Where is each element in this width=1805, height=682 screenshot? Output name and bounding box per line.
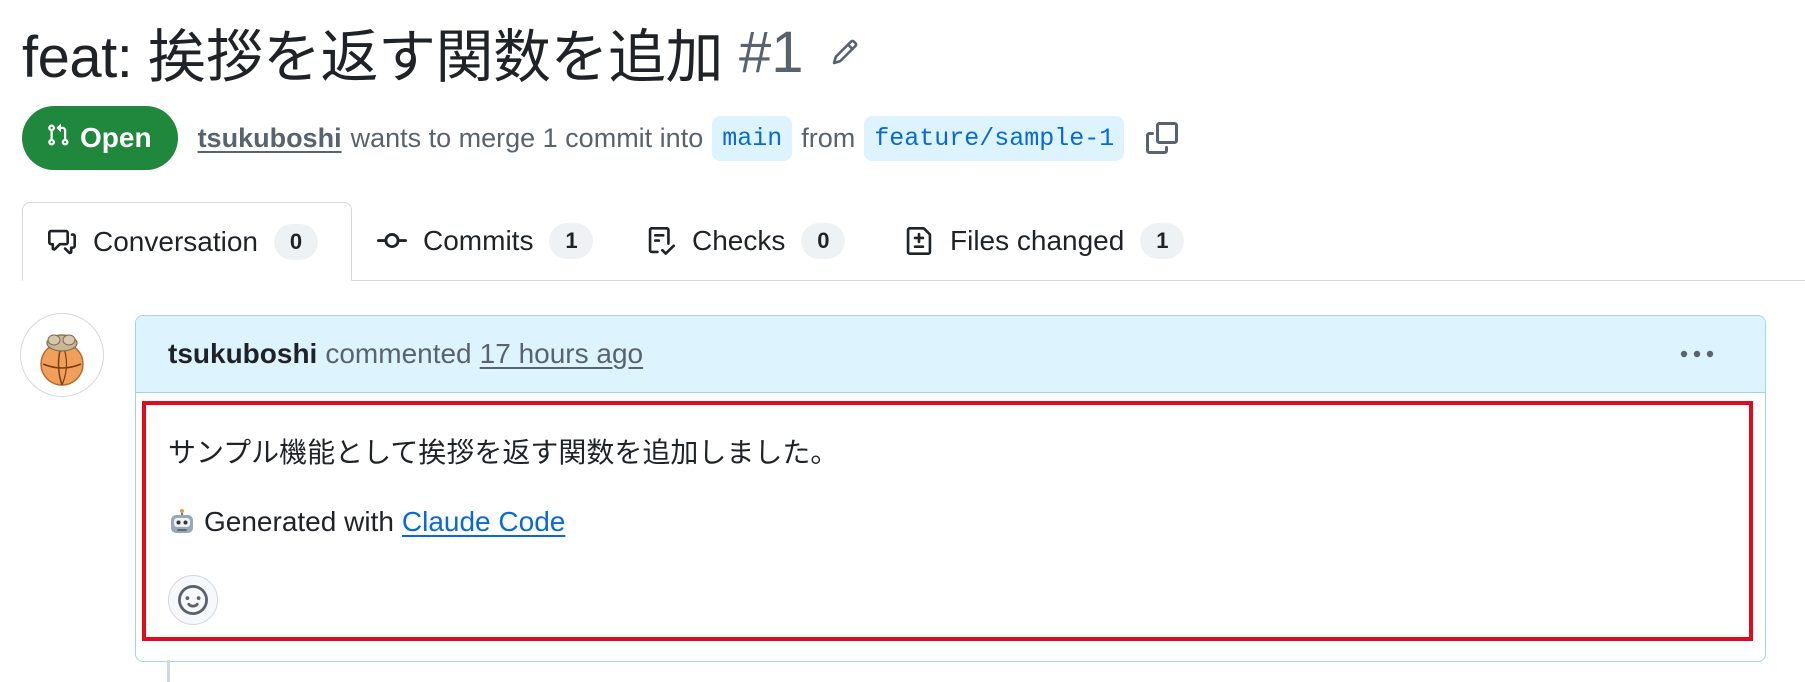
checklist-icon [646, 226, 676, 256]
pr-number: #1 [738, 19, 804, 85]
pr-state-badge: Open [22, 106, 178, 170]
comment-author[interactable]: tsukuboshi [168, 338, 317, 370]
smiley-icon[interactable] [168, 575, 218, 625]
tab-files-changed[interactable]: Files changed 1 [904, 202, 1185, 280]
tab-label: Files changed [950, 225, 1125, 256]
comment-body-text: サンプル機能として挨拶を返す関数を追加しました。 [168, 437, 839, 468]
comment-action: commented [325, 338, 472, 369]
pencil-icon[interactable] [830, 37, 860, 67]
comment-header: tsukuboshi commented 17 hours ago [136, 316, 1765, 393]
comment-body-highlight: サンプル機能として挨拶を返す関数を追加しました。 Generated with … [142, 401, 1753, 641]
generated-line: Generated with Claude Code [168, 506, 565, 538]
avatar[interactable] [20, 313, 104, 397]
kebab-horizontal-icon[interactable] [1677, 342, 1717, 366]
timeline-connector [167, 660, 170, 682]
tab-counter: 0 [273, 223, 318, 260]
comment-box: tsukuboshi commented 17 hours ago サンプル機能… [135, 315, 1766, 662]
from-text: from [801, 122, 856, 153]
pr-title: feat: 挨拶を返す関数を追加 [22, 25, 723, 90]
tab-label: Commits [423, 225, 534, 256]
copy-icon[interactable] [1144, 120, 1180, 156]
tab-checks[interactable]: Checks 0 [646, 202, 846, 280]
pr-state-label: Open [80, 122, 152, 153]
git-pull-request-icon [46, 122, 70, 154]
tab-counter: 1 [1140, 223, 1185, 259]
robot-icon [168, 508, 196, 536]
head-branch[interactable]: feature/sample-1 [864, 115, 1125, 161]
pr-meta: Open tsukuboshi wants to merge 1 commit … [22, 105, 1180, 171]
pr-author-link[interactable]: tsukuboshi [198, 123, 342, 154]
tab-counter: 1 [549, 223, 594, 259]
generated-prefix: Generated with [204, 506, 394, 537]
tab-conversation[interactable]: Conversation 0 [22, 202, 352, 281]
claude-code-link[interactable]: Claude Code [402, 506, 565, 538]
base-branch[interactable]: main [712, 115, 793, 161]
git-commit-icon [377, 226, 407, 256]
tab-label: Conversation [93, 225, 258, 257]
comment-timestamp[interactable]: 17 hours ago [480, 338, 643, 370]
tab-label: Checks [692, 225, 786, 256]
comment-discussion-icon [47, 227, 77, 257]
file-diff-icon [904, 226, 934, 256]
tab-counter: 0 [801, 223, 846, 259]
pr-title-row: feat: 挨拶を返す関数を追加 #1 [22, 10, 860, 94]
pr-tabs: Conversation 0 Commits 1 Checks 0 Files … [22, 202, 1805, 281]
merge-text: wants to merge 1 commit into [350, 122, 704, 153]
tab-commits[interactable]: Commits 1 [377, 202, 594, 280]
